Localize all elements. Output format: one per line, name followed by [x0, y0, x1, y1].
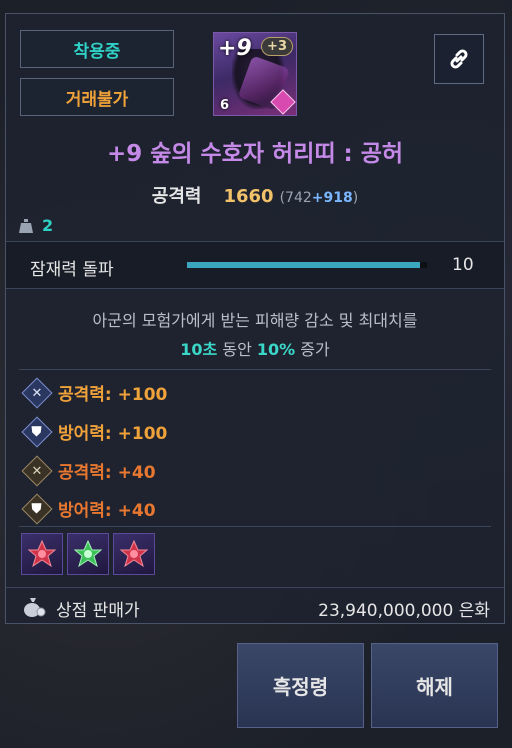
gem-shape [119, 539, 149, 568]
link-icon [450, 49, 468, 69]
item-plus-level: +9 [218, 36, 252, 61]
item-tooltip-panel: 착용중 거래불가 +9 +3 6 +9 숲의 수호자 허리띠 : 공허 공격력 … [5, 13, 505, 624]
main-stat-label: 공격력 [151, 186, 202, 207]
link-button[interactable] [434, 34, 484, 84]
tooltip-header: 착용중 거래불가 +9 +3 6 +9 숲의 수호자 허리띠 : 공허 공격력 … [6, 14, 504, 242]
money-bag-icon [24, 598, 46, 617]
potential-label: 잠재력 돌파 [30, 260, 114, 280]
shield-icon: ⛊ [21, 492, 53, 525]
main-stat: 공격력 1660 (742+918) [6, 182, 504, 208]
shield-icon: ⛊ [21, 415, 53, 448]
black-spirit-button[interactable]: 흑정령 [237, 643, 364, 728]
effect-end: 증가 [295, 340, 330, 359]
unequip-button[interactable]: 해제 [371, 643, 498, 728]
item-icon[interactable]: +9 +3 6 [213, 32, 297, 116]
potential-bar-fill [187, 262, 420, 268]
main-stat-base: (742 [279, 190, 312, 206]
option-label: 방어력: +40 [58, 501, 156, 521]
option-row: ✕ 공격력: +100 [21, 376, 168, 409]
crossed-swords-icon: ✕ [21, 376, 53, 409]
item-name: +9 숲의 수호자 허리띠 : 공허 [106, 141, 404, 167]
sell-price-value: 23,940,000,000 은화 [318, 601, 490, 621]
item-plus-bonus: +3 [261, 37, 293, 56]
main-stat-close: ) [352, 190, 359, 206]
divider [19, 369, 491, 370]
sell-price-row: 상점 판매가 23,940,000,000 은화 [6, 587, 504, 626]
red-gem-icon[interactable] [21, 533, 63, 575]
gem-shape [27, 539, 57, 568]
weight-value: 2 [42, 216, 54, 235]
main-stat-value: 1660 [223, 186, 274, 207]
item-tier: 6 [220, 98, 230, 113]
crossed-swords-icon: ✕ [21, 454, 53, 487]
option-row: ⛊ 방어력: +100 [21, 415, 168, 448]
effect-line-2: 10초 동안 10% 증가 [6, 335, 504, 364]
effect-duration: 10초 [180, 340, 218, 359]
gem-slots [21, 533, 155, 575]
gem-shape [73, 539, 103, 568]
effect-description: 아군의 모험가에게 받는 피해량 감소 및 최대치를 10초 동안 10% 증가 [6, 306, 504, 364]
effect-percent: 10% [256, 340, 296, 359]
untradable-badge: 거래불가 [20, 78, 174, 116]
red-gem-icon[interactable] [113, 533, 155, 575]
green-gem-icon[interactable] [67, 533, 109, 575]
main-stat-bonus: +918 [311, 190, 353, 206]
main-stat-breakdown: (742+918) [280, 190, 359, 206]
effect-mid: 동안 [217, 340, 257, 359]
effect-line-1: 아군의 모험가에게 받는 피해량 감소 및 최대치를 [92, 311, 418, 330]
option-label: 공격력: +40 [58, 463, 156, 483]
divider [19, 526, 491, 527]
potential-value: 10 [452, 255, 474, 275]
sell-price-label: 상점 판매가 [56, 601, 140, 621]
equipped-badge: 착용중 [20, 30, 174, 68]
potential-bar [187, 262, 427, 268]
option-label: 공격력: +100 [58, 385, 168, 405]
option-row: ⛊ 방어력: +40 [21, 492, 156, 525]
option-label: 방어력: +100 [58, 424, 168, 444]
potential-breakthrough-row: 잠재력 돌파 10 [6, 242, 504, 289]
weight-info: 2 [18, 216, 53, 235]
option-row: ✕ 공격력: +40 [21, 454, 156, 487]
weight-icon [19, 218, 33, 233]
